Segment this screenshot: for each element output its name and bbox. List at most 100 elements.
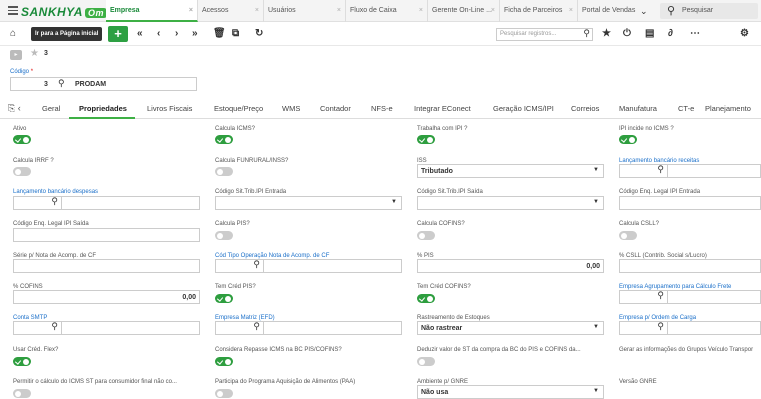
close-icon: × (418, 7, 423, 14)
search-icon: ⚲ (51, 196, 58, 206)
previous-record-icon[interactable]: ‹ (157, 28, 160, 39)
cod-sit-ipi-entrada-select[interactable]: ▼ (215, 196, 402, 210)
last-record-icon[interactable]: » (192, 28, 198, 39)
participa-paa-label: Participa do Programa Aquisição de Alime… (215, 379, 356, 385)
next-record-icon[interactable]: › (175, 28, 178, 39)
home-icon[interactable]: ⌂ (10, 28, 16, 39)
app-topbar: SANKHYA Om Empresa × Acessos × Usuários × Fl… (0, 0, 761, 22)
tab-correios[interactable]: Correios (571, 104, 599, 113)
tem-cred-pis-toggle[interactable] (215, 294, 233, 303)
tab-integrar-econect[interactable]: Integrar EConect (414, 104, 471, 113)
tab-contador[interactable]: Contador (320, 104, 351, 113)
ipi-incide-icms-label: IPI incide no ICMS ? (619, 126, 674, 132)
calcula-cofins-label: Calcula COFINS? (417, 221, 465, 227)
tabs-scroll-left-icon[interactable]: ⎘ ‹ (8, 103, 21, 114)
search-icon: ⚲ (253, 259, 260, 269)
search-icon: ⚲ (253, 321, 260, 331)
cod-sit-ipi-entrada-label: Código Sit.Trib.IPI Entrada (215, 189, 287, 195)
close-icon: × (568, 7, 573, 14)
cod-enq-ipi-saida-input[interactable] (13, 228, 200, 242)
deduzir-st-toggle[interactable] (417, 357, 435, 366)
tab-manufatura[interactable]: Manufatura (619, 104, 657, 113)
cod-enq-ipi-entrada-input[interactable] (619, 196, 761, 210)
calcula-icms-label: Calcula ICMS? (215, 126, 256, 132)
cod-sit-ipi-saida-label: Código Sit.Trib.IPI Saída (417, 189, 483, 195)
tab-usuarios[interactable]: Usuários × (264, 0, 346, 22)
rastreamento-select[interactable]: Não rastrear ▼ (417, 321, 604, 335)
tab-livros-fiscais[interactable]: Livros Fiscais (147, 104, 192, 113)
calcula-funrural-toggle[interactable] (215, 167, 233, 176)
tab-acessos[interactable]: Acessos × (198, 0, 264, 22)
tab-fluxo-caixa[interactable]: Fluxo de Caixa × (346, 0, 428, 22)
calcula-csll-toggle[interactable] (619, 231, 637, 240)
empresa-matriz-lookup[interactable]: ⚲ (215, 321, 402, 335)
pct-pis-input[interactable]: 0,00 (417, 259, 604, 273)
global-search[interactable]: ⚲ Pesquisar (660, 3, 758, 19)
considera-repasse-toggle[interactable] (215, 357, 233, 366)
attach-icon[interactable]: ∂ (668, 28, 673, 39)
favorite-star-icon[interactable]: ★ (602, 28, 611, 39)
ativo-toggle[interactable] (13, 135, 31, 144)
app-logo[interactable]: SANKHYA Om (21, 5, 107, 19)
close-icon: × (188, 7, 193, 14)
usar-cred-flex-toggle[interactable] (13, 357, 31, 366)
tab-wms[interactable]: WMS (282, 104, 300, 113)
tab-planejamento[interactable]: Planejamento (705, 104, 751, 113)
tab-cte[interactable]: CT-e (678, 104, 694, 113)
print-icon[interactable]: ▤ (645, 28, 654, 39)
tab-propriedades[interactable]: Propriedades (79, 104, 127, 113)
hamburger-menu-icon[interactable] (8, 6, 18, 15)
tab-portal-vendas[interactable]: Portal de Vendas (578, 0, 640, 22)
calcula-csll-label: Calcula CSLL? (619, 221, 660, 227)
tab-geral[interactable]: Geral (42, 104, 60, 113)
tab-gerente-online[interactable]: Gerente On-Line ... × (428, 0, 500, 22)
pct-csll-input[interactable] (619, 259, 761, 273)
cod-sit-ipi-saida-select[interactable]: ▼ (417, 196, 604, 210)
calcula-irrf-toggle[interactable] (13, 167, 31, 176)
cod-tipo-op-lookup[interactable]: ⚲ (215, 259, 402, 273)
cod-enq-ipi-entrada-label: Código Enq. Legal IPI Entrada (619, 189, 701, 195)
serie-nota-input[interactable] (13, 259, 200, 273)
trabalha-ipi-label: Trabalha com IPI ? (417, 126, 468, 132)
iss-select[interactable]: Tributado ▼ (417, 164, 604, 178)
pct-cofins-input[interactable]: 0,00 (13, 290, 200, 304)
search-icon: ⚲ (657, 290, 664, 300)
calcula-icms-toggle[interactable] (215, 135, 233, 144)
trash-icon[interactable]: 🗑 (213, 28, 226, 39)
tab-nfse[interactable]: NFS-e (371, 104, 393, 113)
refresh-icon[interactable]: ↻ (255, 28, 263, 39)
copy-icon[interactable]: ⧉ (232, 28, 239, 39)
trabalha-ipi-toggle[interactable] (417, 135, 435, 144)
lanc-despesas-label[interactable]: Lançamento bancário despesas (13, 189, 98, 195)
permitir-icms-st-label: Permitir o cálculo do ICMS ST para consu… (13, 379, 177, 385)
tabs-overflow-chevron-icon[interactable]: ⌄ (640, 6, 648, 17)
considera-repasse-label: Considera Repasse ICMS na BC PIS/COFINS? (215, 347, 342, 353)
add-button[interactable]: + (108, 26, 128, 42)
calcula-pis-toggle[interactable] (215, 231, 233, 240)
tab-empresa[interactable]: Empresa × (106, 0, 198, 22)
search-icon: ⚲ (583, 28, 590, 38)
tab-ficha-parceiros[interactable]: Ficha de Parceiros × (500, 0, 578, 22)
search-icon: ⚲ (657, 164, 664, 174)
codigo-field[interactable]: 3 ⚲ PRODAM (10, 77, 197, 91)
first-record-icon[interactable]: « (137, 28, 143, 39)
history-icon[interactable]: ⏻ (623, 28, 631, 39)
tab-estoque-preco[interactable]: Estoque/Preço (214, 104, 263, 113)
conta-smtp-lookup[interactable]: ⚲ (13, 321, 200, 335)
record-indicator[interactable]: ▸ (10, 50, 22, 60)
lanc-receitas-lookup[interactable]: ⚲ (619, 164, 761, 178)
deduzir-st-label: Deduzir valor de ST da compra da BC do P… (417, 347, 581, 353)
ipi-incide-icms-toggle[interactable] (619, 135, 637, 144)
tem-cred-cofins-toggle[interactable] (417, 294, 435, 303)
more-icon[interactable]: ⋯ (690, 28, 700, 39)
empresa-agrup-frete-lookup[interactable]: ⚲ (619, 290, 761, 304)
empresa-ordem-carga-lookup[interactable]: ⚲ (619, 321, 761, 335)
star-icon[interactable]: ★ (30, 48, 39, 59)
usar-cred-flex-label: Usar Créd. Flex? (13, 347, 59, 353)
tab-geracao-icms-ipi[interactable]: Geração ICMS/IPI (493, 104, 554, 113)
lanc-despesas-lookup[interactable]: ⚲ (13, 196, 200, 210)
record-search-input[interactable]: Pesquisar registros... ⚲ (496, 28, 593, 41)
calcula-cofins-toggle[interactable] (417, 231, 435, 240)
search-icon: ⚲ (51, 321, 58, 331)
settings-gear-icon[interactable]: ⚙ (740, 28, 749, 39)
